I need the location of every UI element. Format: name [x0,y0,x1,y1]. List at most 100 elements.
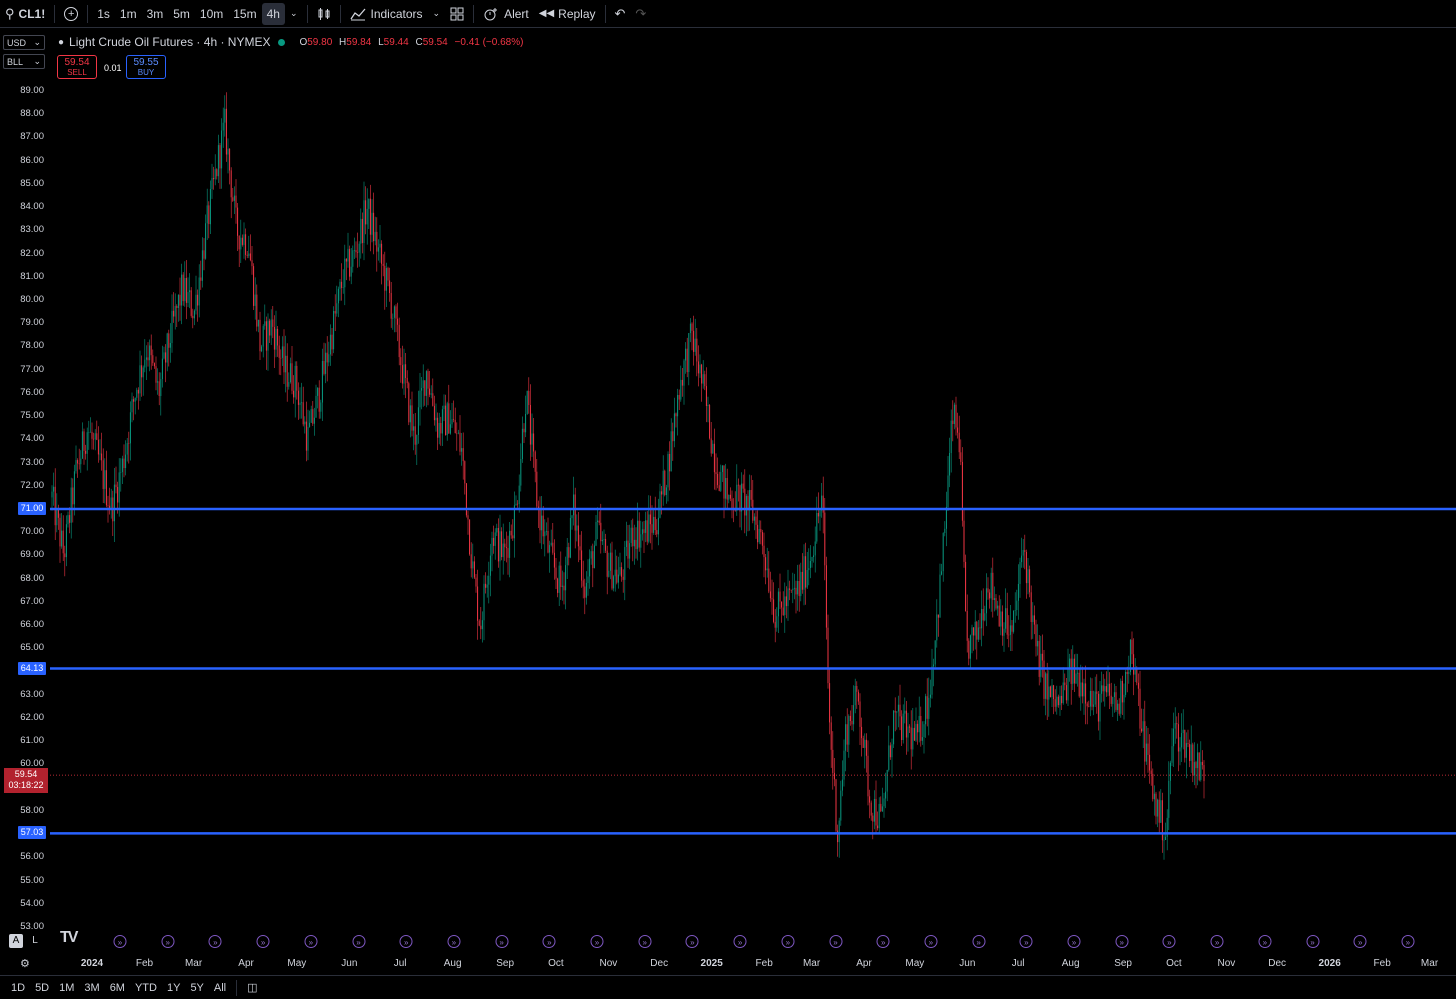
candle-body [544,531,546,537]
economic-event-icon[interactable]: » [1019,935,1033,948]
candle-body [589,558,591,577]
candle-body [728,494,730,500]
candle-body [157,381,159,383]
economic-event-icon[interactable]: » [1115,935,1129,948]
price-tick-label: 56.00 [20,851,44,863]
range-6m[interactable]: 6M [105,982,130,994]
sell-button[interactable]: 59.54 SELL [57,55,97,79]
candle-body [101,453,103,461]
economic-event-icon[interactable]: » [161,935,175,948]
economic-event-icon[interactable]: » [781,935,795,948]
candle-body [857,691,859,702]
candle-body [749,490,751,511]
economic-event-icon[interactable]: » [113,935,127,948]
high-value: 59.84 [346,36,372,48]
gear-icon[interactable]: ⚙ [20,957,30,970]
candle-body [592,551,594,569]
economic-event-icon[interactable]: » [352,935,365,948]
buy-button[interactable]: 59.55 BUY [126,55,166,79]
range-3m[interactable]: 3M [79,982,104,994]
economic-event-icon[interactable]: » [1353,935,1367,948]
unit-selector[interactable]: BLL ⌄ [3,54,45,69]
currency-selector[interactable]: USD ⌄ [3,35,45,50]
candle-body [83,431,85,451]
range-1y[interactable]: 1Y [162,982,185,994]
time-tick-label: Nov [1217,958,1236,969]
candle-body [669,454,671,472]
economic-event-icon[interactable]: » [1401,935,1415,948]
candle-body [94,433,96,440]
range-1m[interactable]: 1M [54,982,79,994]
candle-body [569,518,571,558]
candle-body [189,290,191,293]
time-tick-label: Jun [341,958,358,969]
economic-event-icon[interactable]: » [256,935,270,948]
candle-body [131,399,133,413]
candle-body [1094,691,1096,705]
economic-event-icon[interactable]: » [1162,935,1176,948]
candle-body [835,779,837,831]
candle-body [665,487,667,495]
candle-body [838,820,840,843]
price-tick-label: 89.00 [20,85,44,96]
economic-event-icon[interactable]: » [1210,935,1224,948]
economic-event-icon[interactable]: » [1067,935,1081,948]
economic-event-icon[interactable]: » [733,935,747,948]
economic-event-icon[interactable]: » [829,935,842,948]
economic-event-icon[interactable]: » [542,935,556,948]
economic-event-icon[interactable]: » [447,935,461,948]
candle-body [235,195,237,208]
range-1d[interactable]: 1D [6,982,30,994]
economic-event-icon[interactable]: » [495,935,509,948]
candle-body [715,472,717,474]
candle-body [1112,697,1114,704]
candle-body [201,250,203,281]
candle-body [915,723,917,741]
candle-body [352,250,354,267]
economic-event-icon[interactable]: » [924,935,938,948]
candle-body [761,532,763,546]
candle-body [99,453,101,455]
economic-event-icon[interactable]: » [638,935,652,948]
range-ytd[interactable]: YTD [130,982,162,994]
range-all[interactable]: All [209,982,231,994]
economic-event-icon[interactable]: » [399,935,413,948]
candle-body [832,749,834,773]
economic-event-icon[interactable]: » [304,935,318,948]
economic-event-icon[interactable]: » [685,935,699,948]
candle-body [617,574,619,583]
economic-event-icon[interactable]: » [208,935,222,948]
candle-body [91,431,93,439]
candle-body [517,503,519,505]
range-5d[interactable]: 5D [30,982,54,994]
candle-body [1139,688,1141,729]
economic-event-icon[interactable]: » [590,935,604,948]
candle-body [278,345,280,358]
range-5y[interactable]: 5Y [185,982,208,994]
economic-event-icon[interactable]: » [1306,935,1319,948]
economic-event-icon[interactable]: » [972,935,986,948]
instrument-title[interactable]: Light Crude Oil Futures · 4h · NYMEX [69,35,270,49]
candle-body [685,348,687,361]
candle-body [928,697,930,719]
candle-body [150,345,152,356]
candle-body [603,539,605,540]
candle-body [248,253,250,256]
economic-event-icon[interactable]: » [1258,935,1272,948]
price-chart[interactable] [0,0,1456,975]
economic-event-icon[interactable]: » [876,935,890,948]
log-scale-button[interactable]: L [28,934,42,948]
candle-body [145,357,147,360]
candle-body [489,555,491,576]
auto-scale-button[interactable]: A [9,934,23,948]
candle-body [797,581,799,595]
candle-body [579,546,581,551]
date-range-icon[interactable]: ◫ [242,981,262,994]
candle-body [272,319,274,327]
candle-body [704,374,706,387]
candle-body [923,724,925,737]
price-tick-label: 55.00 [20,874,44,886]
candle-body [541,515,543,531]
candle-body [800,571,802,597]
tradingview-logo-icon[interactable]: TV [60,929,79,947]
